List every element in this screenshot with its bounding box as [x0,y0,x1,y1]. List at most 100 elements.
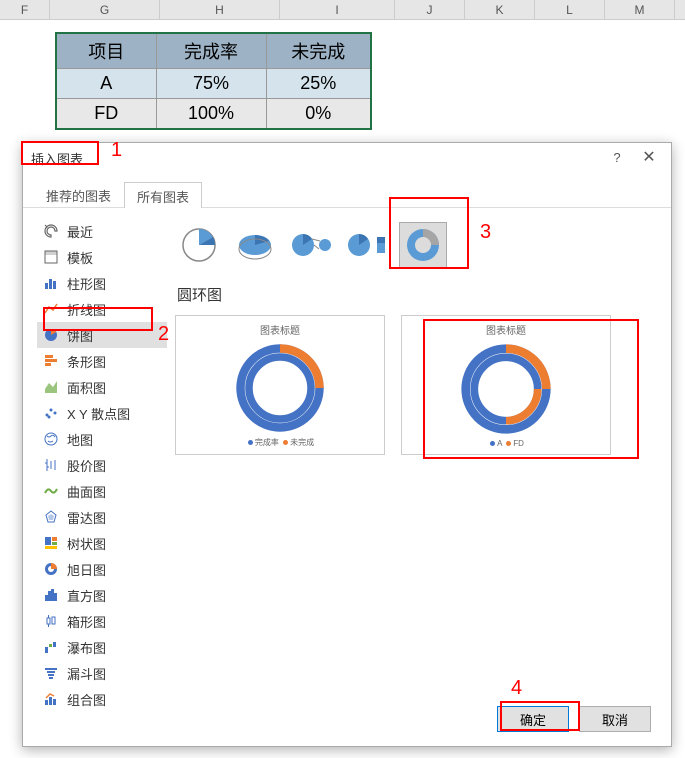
sidebar-label: 条形图 [67,352,106,371]
line-chart-icon [43,301,59,317]
preview-legend: A FD [488,439,524,448]
chart-type-sidebar: 最近 模板 柱形图 折线图 饼图 条形图 面积图 X Y 散点图 地图 股价图 … [37,218,167,688]
table-header-cell[interactable]: 项目 [56,33,156,69]
annotation-number-2: 2 [158,323,169,346]
subtype-bar-of-pie[interactable] [343,222,391,268]
tab-all-charts[interactable]: 所有图表 [124,182,202,208]
column-header-row: F G H I J K L M [0,0,685,20]
preview-legend: 完成率 未完成 [246,437,314,448]
scatter-chart-icon [43,405,59,421]
sidebar-item-histogram[interactable]: 直方图 [37,582,167,608]
sidebar-item-pie[interactable]: 饼图 [37,322,167,348]
dialog-footer: 确定 取消 [497,706,651,732]
table-cell[interactable]: FD [56,99,156,130]
doughnut-preview-1 [230,341,330,435]
insert-chart-dialog: 插入图表 ? ✕ 推荐的图表 所有图表 最近 模板 柱形图 折线图 饼图 条形图… [22,142,672,747]
sidebar-label: 旭日图 [67,560,106,579]
col-header-I[interactable]: I [280,0,395,19]
sidebar-label: 漏斗图 [67,664,106,683]
col-header-K[interactable]: K [465,0,535,19]
sidebar-item-stock[interactable]: 股价图 [37,452,167,478]
sidebar-item-waterfall[interactable]: 瀑布图 [37,634,167,660]
sidebar-item-area[interactable]: 面积图 [37,374,167,400]
sidebar-item-radar[interactable]: 雷达图 [37,504,167,530]
sidebar-label: 箱形图 [67,612,106,631]
template-icon [43,249,59,265]
col-header-H[interactable]: H [160,0,280,19]
table-cell[interactable]: 75% [156,69,266,99]
sidebar-item-treemap[interactable]: 树状图 [37,530,167,556]
treemap-icon [43,535,59,551]
sidebar-item-funnel[interactable]: 漏斗图 [37,660,167,686]
col-header-J[interactable]: J [395,0,465,19]
sidebar-label: 饼图 [67,326,93,345]
waterfall-icon [43,639,59,655]
pie-chart-icon [43,327,59,343]
table-header-cell[interactable]: 完成率 [156,33,266,69]
pie-subtype-row [175,218,657,282]
chart-preview-1[interactable]: 图表标题 完成率 未完成 [175,315,385,455]
subtype-title: 圆环图 [177,284,657,305]
sidebar-item-scatter[interactable]: X Y 散点图 [37,400,167,426]
col-header-L[interactable]: L [535,0,605,19]
sidebar-label: 雷达图 [67,508,106,527]
surface-chart-icon [43,483,59,499]
help-button[interactable]: ? [601,145,633,171]
area-chart-icon [43,379,59,395]
radar-chart-icon [43,509,59,525]
sidebar-item-column[interactable]: 柱形图 [37,270,167,296]
table-cell[interactable]: 25% [266,69,371,99]
map-icon [43,431,59,447]
histogram-icon [43,587,59,603]
doughnut-preview-2 [456,341,556,437]
sidebar-item-surface[interactable]: 曲面图 [37,478,167,504]
funnel-icon [43,665,59,681]
spreadsheet-area: F G H I J K L M 项目 完成率 未完成 A 75% 25% FD … [0,0,685,160]
sidebar-label: X Y 散点图 [67,404,130,423]
ok-button[interactable]: 确定 [497,706,569,732]
annotation-number-3: 3 [480,221,491,244]
sidebar-label: 地图 [67,430,93,449]
sunburst-icon [43,561,59,577]
dialog-tabs: 推荐的图表 所有图表 [23,181,671,208]
sidebar-label: 瀑布图 [67,638,106,657]
sidebar-item-combo[interactable]: 组合图 [37,686,167,712]
subtype-doughnut[interactable] [399,222,447,268]
sidebar-label: 组合图 [67,690,106,709]
subtype-pie-of-pie[interactable] [287,222,335,268]
subtype-pie-2d[interactable] [175,222,223,268]
table-cell[interactable]: 100% [156,99,266,130]
sidebar-item-boxwhisker[interactable]: 箱形图 [37,608,167,634]
table-cell[interactable]: A [56,69,156,99]
sidebar-label: 折线图 [67,300,106,319]
combo-chart-icon [43,691,59,707]
sidebar-item-map[interactable]: 地图 [37,426,167,452]
bar-chart-icon [43,353,59,369]
stock-chart-icon [43,457,59,473]
table-cell[interactable]: 0% [266,99,371,130]
cancel-button[interactable]: 取消 [579,706,651,732]
col-header-G[interactable]: G [50,0,160,19]
close-button[interactable]: ✕ [633,145,665,171]
chart-preview-2[interactable]: 图表标题 A FD [401,315,611,455]
sidebar-item-sunburst[interactable]: 旭日图 [37,556,167,582]
tab-recommended-charts[interactable]: 推荐的图表 [33,181,124,207]
chart-subtype-panel: 圆环图 图表标题 完成率 未完成 图表标题 [167,218,657,688]
sidebar-item-line[interactable]: 折线图 [37,296,167,322]
sidebar-label: 树状图 [67,534,106,553]
sidebar-label: 股价图 [67,456,106,475]
col-header-M[interactable]: M [605,0,675,19]
col-header-F[interactable]: F [0,0,50,19]
sidebar-item-recent[interactable]: 最近 [37,218,167,244]
column-chart-icon [43,275,59,291]
sidebar-item-templates[interactable]: 模板 [37,244,167,270]
sidebar-label: 模板 [67,248,93,267]
box-whisker-icon [43,613,59,629]
selected-data-table[interactable]: 项目 完成率 未完成 A 75% 25% FD 100% 0% [55,32,372,130]
preview-title: 图表标题 [260,322,300,337]
subtype-pie-3d[interactable] [231,222,279,268]
sidebar-item-bar[interactable]: 条形图 [37,348,167,374]
annotation-number-1: 1 [111,139,122,162]
preview-title: 图表标题 [486,322,526,337]
table-header-cell[interactable]: 未完成 [266,33,371,69]
